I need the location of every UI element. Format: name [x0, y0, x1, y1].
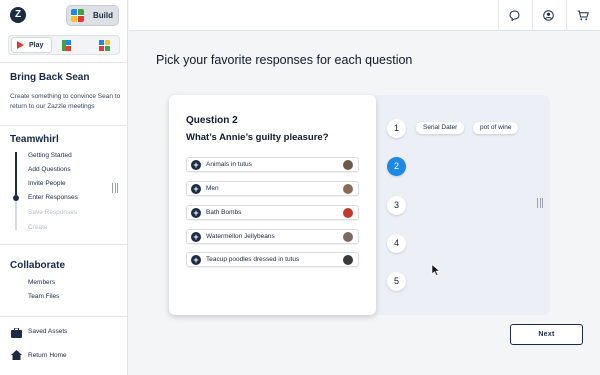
- build-icon: [71, 9, 84, 22]
- rank-slot-4[interactable]: 4: [387, 234, 406, 253]
- question-text: What’s Annie’s guilty pleasure?: [186, 132, 329, 143]
- grid-mode-icon[interactable]: [99, 39, 110, 51]
- divider: [0, 125, 128, 126]
- project-description: Create something to convince Sean to ret…: [10, 93, 121, 110]
- add-icon[interactable]: +: [191, 208, 201, 218]
- ranked-response-chip[interactable]: pot of wine: [473, 122, 519, 134]
- step-create: Create: [28, 224, 48, 231]
- collaborate-members[interactable]: Members: [28, 279, 55, 286]
- briefcase-icon: [11, 328, 22, 338]
- rank-slot-5[interactable]: 5: [387, 272, 406, 291]
- add-icon[interactable]: +: [191, 184, 201, 194]
- home-icon: [11, 350, 22, 360]
- next-button[interactable]: Next: [510, 324, 583, 345]
- progress-rail-remaining: [15, 198, 17, 230]
- rank-slot-3[interactable]: 3: [387, 196, 406, 215]
- play-label: Play: [29, 41, 44, 49]
- chat-icon: [509, 10, 520, 21]
- response-item[interactable]: + Animals in tutus: [186, 157, 359, 172]
- cart-icon: [577, 10, 589, 21]
- play-icon: [17, 41, 24, 49]
- step-save-responses: Save Responses: [28, 209, 78, 216]
- add-icon[interactable]: +: [191, 255, 201, 265]
- avatar: [343, 208, 353, 218]
- avatar: [343, 255, 353, 265]
- avatar: [343, 160, 353, 170]
- step-enter-responses[interactable]: Enter Responses: [28, 194, 78, 201]
- rank-slot-2[interactable]: 2: [387, 157, 406, 176]
- page-title: Pick your favorite responses for each qu…: [156, 53, 413, 67]
- avatar: [343, 184, 353, 194]
- teamwhirl-title: Teamwhirl: [10, 134, 59, 145]
- response-text: Bath Bombs: [206, 209, 242, 216]
- step-add-questions[interactable]: Add Questions: [28, 166, 71, 173]
- sidebar: Z Build Play Bring Back Sean Create some…: [0, 0, 128, 375]
- step-getting-started[interactable]: Getting Started: [28, 152, 72, 159]
- mode-switcher: Play: [8, 35, 120, 55]
- build-mode-button[interactable]: Build: [66, 5, 119, 26]
- divider: [0, 62, 128, 63]
- response-item[interactable]: + Teacup poodles dressed in tutus: [186, 252, 359, 267]
- collaborate-title: Collaborate: [10, 260, 66, 271]
- slides-mode-icon[interactable]: [62, 39, 73, 51]
- mouse-cursor-icon: [431, 264, 441, 276]
- add-icon[interactable]: +: [191, 232, 201, 242]
- saved-assets-link[interactable]: Saved Assets: [28, 328, 67, 335]
- response-item[interactable]: + Watermellon Jellybeans: [186, 229, 359, 244]
- drag-handle[interactable]: [537, 198, 543, 208]
- add-icon[interactable]: +: [191, 160, 201, 170]
- progress-rail: [15, 152, 17, 198]
- zazzle-logo-icon[interactable]: Z: [10, 7, 26, 23]
- response-item[interactable]: + Bath Bombs: [186, 205, 359, 220]
- step-invite-people[interactable]: Invite People: [28, 180, 66, 187]
- user-icon: [543, 10, 554, 21]
- ranked-response-chip[interactable]: Serial Dater: [416, 122, 465, 134]
- account-button[interactable]: [532, 0, 564, 31]
- response-item[interactable]: + Men: [186, 181, 359, 196]
- question-card: Question 2 What’s Annie’s guilty pleasur…: [169, 95, 376, 315]
- return-home-link[interactable]: Return Home: [28, 352, 67, 359]
- top-bar: [129, 0, 600, 31]
- resize-handle[interactable]: [112, 183, 118, 193]
- question-number: Question 2: [186, 115, 238, 126]
- build-label: Build: [93, 11, 113, 20]
- divider: [0, 244, 128, 245]
- chat-button[interactable]: [498, 0, 530, 31]
- divider: [0, 316, 128, 317]
- current-step-marker: [13, 195, 19, 201]
- avatar: [343, 232, 353, 242]
- cart-button[interactable]: [566, 0, 598, 31]
- collaborate-team-files[interactable]: Team Files: [28, 293, 59, 300]
- response-text: Teacup poodles dressed in tutus: [206, 256, 300, 263]
- rank-slot-1[interactable]: 1: [387, 119, 406, 138]
- project-title: Bring Back Sean: [10, 72, 90, 83]
- response-text: Watermellon Jellybeans: [206, 233, 275, 240]
- response-text: Men: [206, 185, 219, 192]
- play-mode-button[interactable]: Play: [11, 37, 52, 53]
- response-text: Animals in tutus: [206, 161, 252, 168]
